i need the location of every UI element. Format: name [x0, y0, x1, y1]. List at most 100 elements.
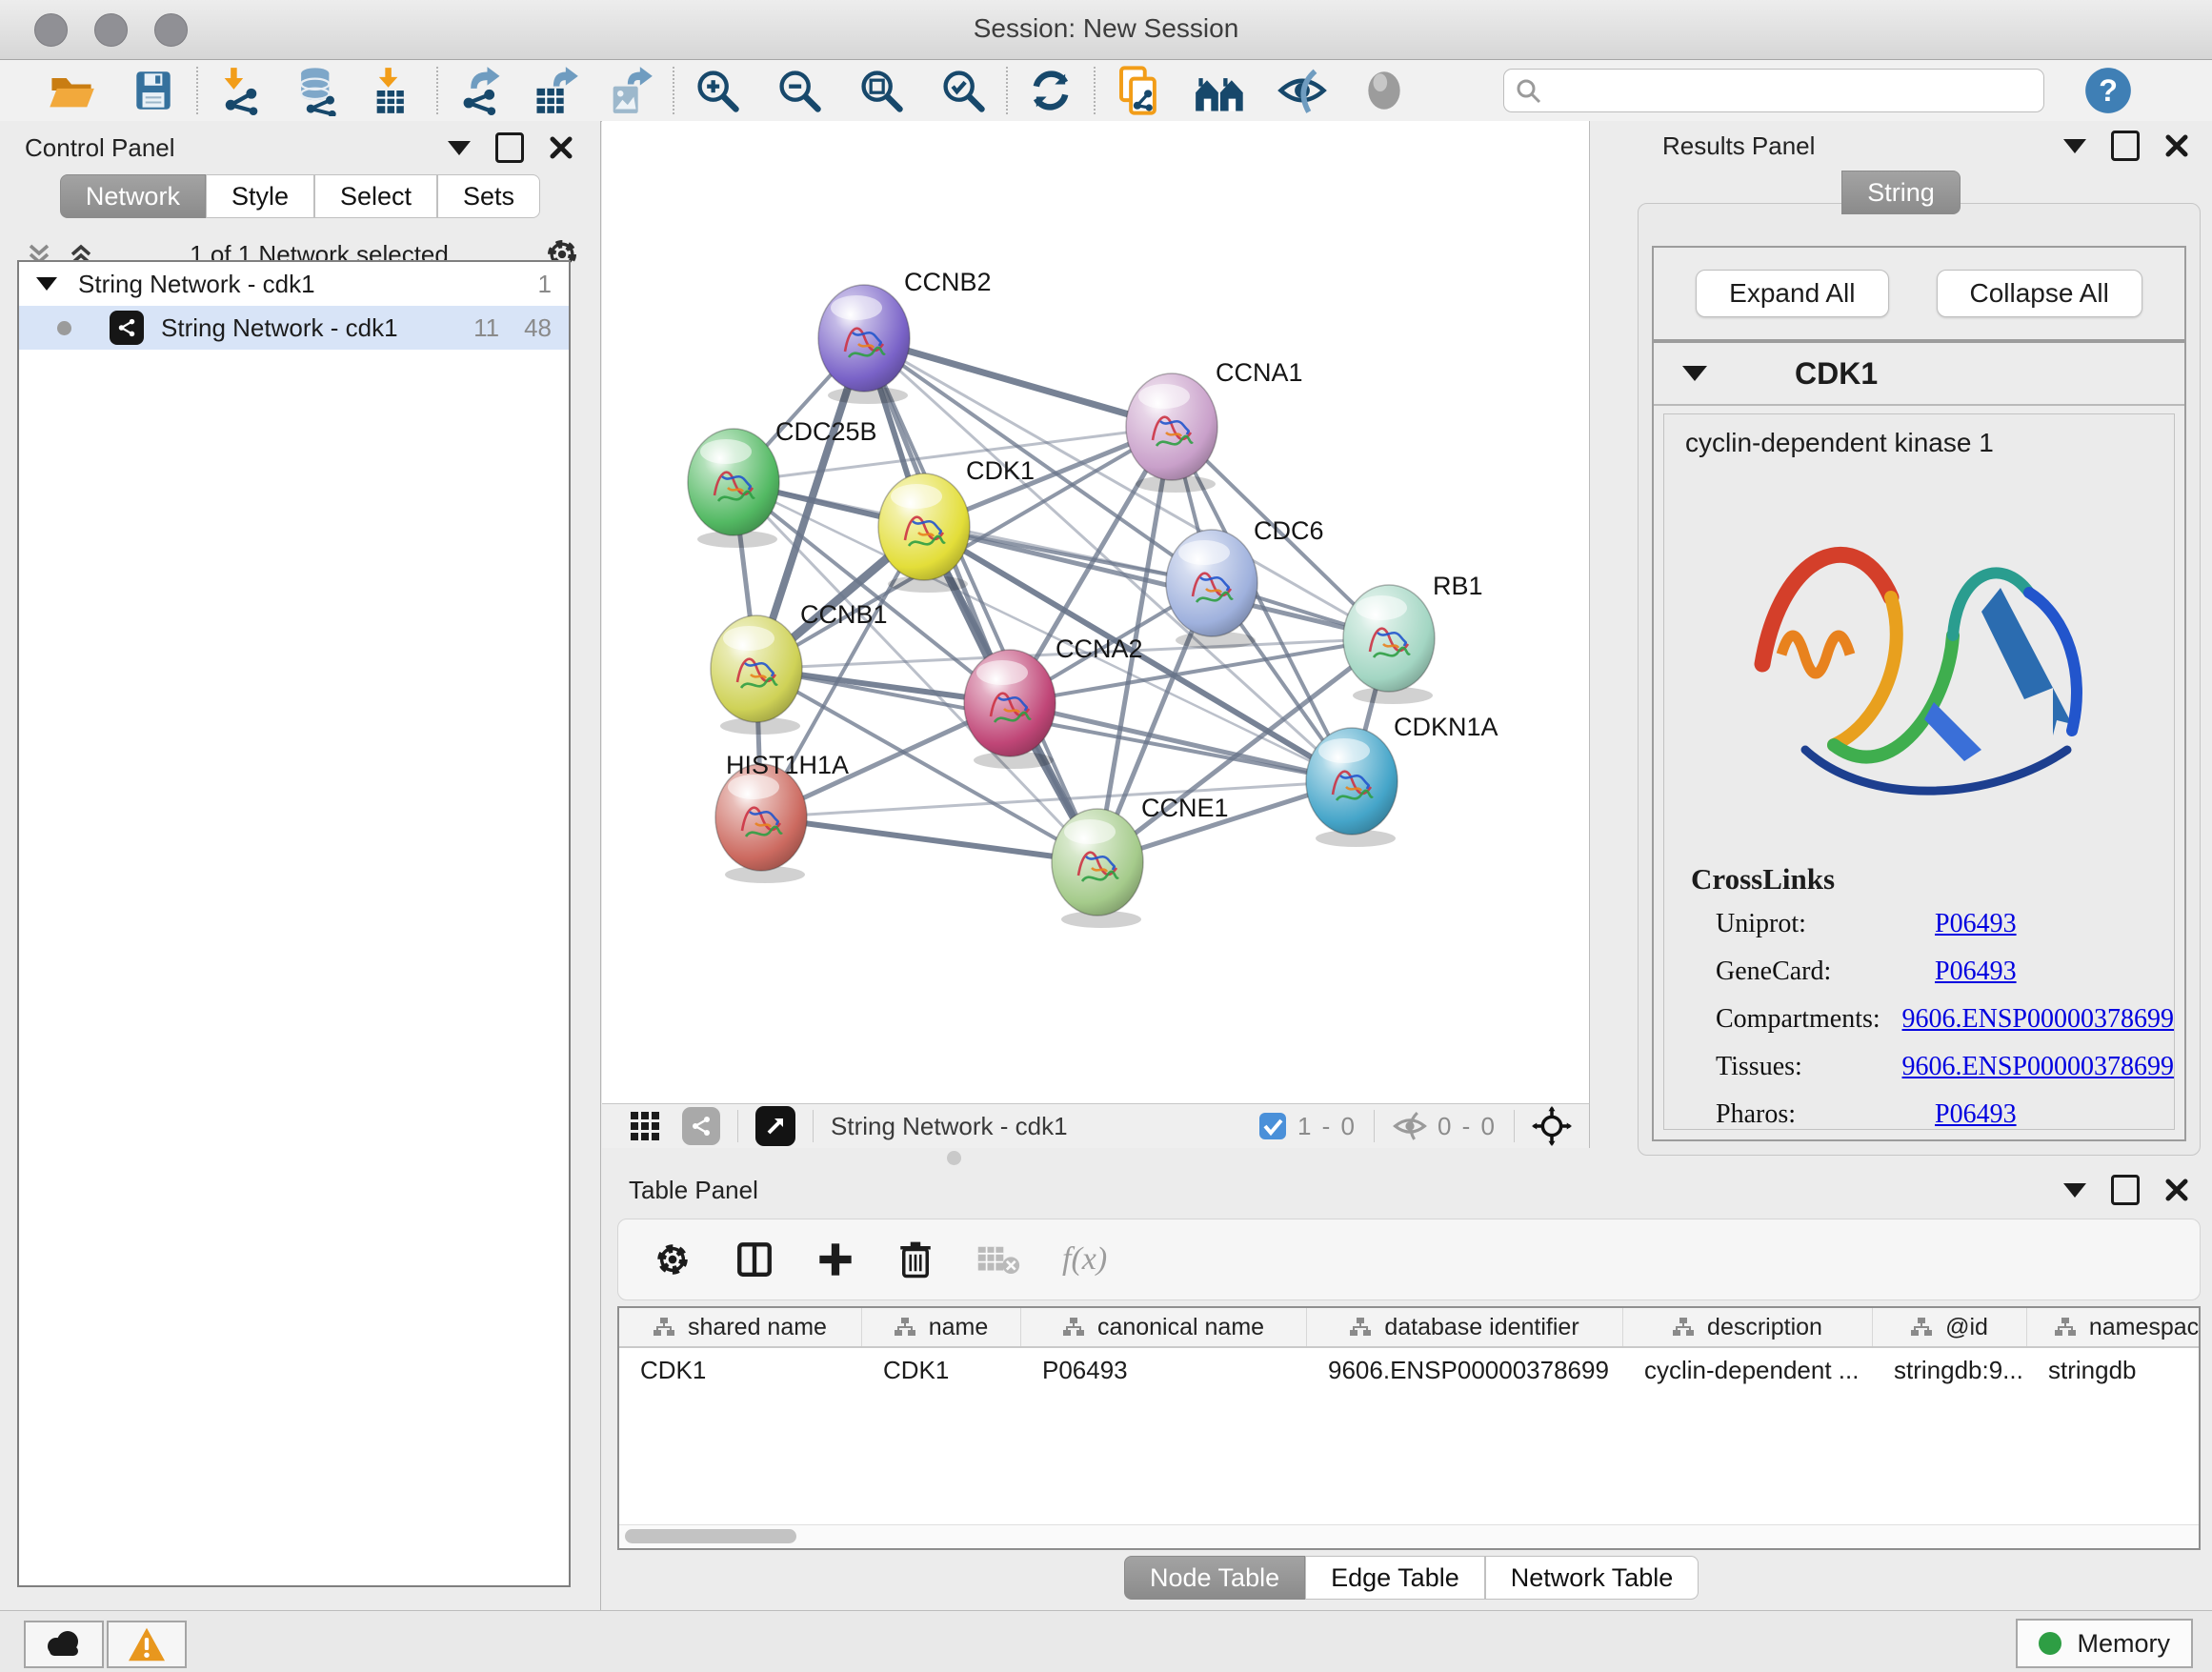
collection-expand-icon[interactable]: [36, 277, 57, 291]
network-node-CDC25B[interactable]: CDC25B: [688, 417, 877, 548]
table-panel-close-button[interactable]: [2164, 1178, 2189, 1202]
crosslink-label: Pharos:: [1716, 1099, 1935, 1130]
table-panel-float-button[interactable]: [2111, 1175, 2140, 1205]
splitter-handle[interactable]: [947, 1151, 961, 1165]
network-view-share-icon[interactable]: [682, 1107, 720, 1145]
sitemap-icon: [1911, 1317, 1932, 1338]
table-cell[interactable]: CDK1: [619, 1356, 862, 1385]
crosslink-link[interactable]: P06493: [1935, 957, 2017, 987]
show-columns-icon[interactable]: [734, 1239, 774, 1279]
hide-selected-button[interactable]: [1275, 63, 1330, 118]
network-row[interactable]: String Network - cdk1 11 48: [19, 306, 569, 350]
grid-view-icon[interactable]: [629, 1110, 661, 1142]
control-panel-menu-button[interactable]: [448, 141, 471, 155]
network-collection-row[interactable]: String Network - cdk1 1: [19, 262, 569, 306]
tab-node-table[interactable]: Node Table: [1124, 1556, 1305, 1600]
results-panel-float-button[interactable]: [2111, 131, 2140, 161]
zoom-fit-button[interactable]: [854, 63, 909, 118]
delete-column-trash-icon[interactable]: [896, 1239, 935, 1279]
network-node-RB1[interactable]: RB1: [1343, 572, 1483, 704]
zoom-out-button[interactable]: [772, 63, 827, 118]
clone-network-button[interactable]: [1111, 63, 1166, 118]
tab-network-table[interactable]: Network Table: [1485, 1556, 1699, 1600]
table-horizontal-scrollbar[interactable]: [619, 1524, 2199, 1548]
close-window-button[interactable]: [34, 13, 68, 47]
network-node-CCNE1[interactable]: CCNE1: [1052, 794, 1229, 928]
crosslink-link[interactable]: 9606.ENSP00000378699: [1902, 1052, 2174, 1082]
export-table-button[interactable]: [528, 63, 583, 118]
save-session-button[interactable]: [126, 63, 181, 118]
network-node-CCNB1[interactable]: CCNB1: [711, 600, 888, 735]
results-panel-close-button[interactable]: [2164, 133, 2189, 158]
results-panel-menu-button[interactable]: [2063, 139, 2086, 153]
gene-entry-collapse-icon[interactable]: [1682, 366, 1707, 381]
network-node-CCNA1[interactable]: CCNA1: [1126, 358, 1303, 493]
node-label-HIST1H1A: HIST1H1A: [726, 751, 849, 779]
column-header-database-identifier[interactable]: database identifier: [1307, 1308, 1623, 1346]
column-header-canonical-name[interactable]: canonical name: [1021, 1308, 1307, 1346]
column-header-shared-name[interactable]: shared name: [619, 1308, 862, 1346]
column-header-label: name: [929, 1314, 989, 1341]
import-network-database-button[interactable]: [290, 63, 345, 118]
export-network-button[interactable]: [453, 63, 509, 118]
table-cell[interactable]: P06493: [1021, 1356, 1307, 1385]
collapse-all-button[interactable]: Collapse All: [1937, 270, 2142, 317]
tab-edge-table[interactable]: Edge Table: [1305, 1556, 1485, 1600]
tab-style[interactable]: Style: [206, 174, 314, 218]
table-options-gear-icon[interactable]: [653, 1239, 693, 1279]
table-cell[interactable]: 9606.ENSP00000378699: [1307, 1356, 1623, 1385]
table-cell[interactable]: stringdb: [2027, 1356, 2212, 1385]
column-header-namespac[interactable]: namespac: [2027, 1308, 2212, 1346]
birds-eye-view-icon[interactable]: [1532, 1106, 1572, 1146]
detach-view-icon[interactable]: [755, 1106, 795, 1146]
node-label-CCNE1: CCNE1: [1141, 794, 1229, 822]
table-row[interactable]: CDK1CDK1P064939606.ENSP00000378699cyclin…: [619, 1348, 2199, 1392]
tab-select[interactable]: Select: [314, 174, 437, 218]
tab-string-results[interactable]: String: [1841, 171, 1961, 214]
node-label-CCNA2: CCNA2: [1056, 635, 1143, 663]
crosslink-link[interactable]: P06493: [1935, 909, 2017, 939]
sitemap-icon: [2055, 1317, 2076, 1338]
selected-node-edge-counts: 1 - 0: [1297, 1112, 1357, 1141]
zoom-selected-button[interactable]: [935, 63, 991, 118]
table-cell[interactable]: CDK1: [862, 1356, 1021, 1385]
warnings-button[interactable]: [107, 1621, 187, 1668]
crosslink-row: GeneCard:P06493: [1664, 948, 2174, 996]
help-button[interactable]: ?: [2081, 63, 2136, 118]
network-view-canvas[interactable]: CCNB2CCNA1CDC25BCDK1CDC6RB1CCNB1CCNA2CDK…: [602, 121, 1590, 1103]
network-graph[interactable]: CCNB2CCNA1CDC25BCDK1CDC6RB1CCNB1CCNA2CDK…: [602, 121, 1589, 1103]
apply-layout-button[interactable]: [1023, 63, 1078, 118]
selected-checkbox-icon[interactable]: [1257, 1111, 1288, 1141]
control-panel-float-button[interactable]: [495, 132, 524, 163]
eye-slash-icon: [1277, 65, 1328, 116]
expand-all-button[interactable]: Expand All: [1696, 270, 1888, 317]
search-input[interactable]: [1503, 69, 2044, 112]
minimize-window-button[interactable]: [94, 13, 128, 47]
network-node-CCNB2[interactable]: CCNB2: [818, 268, 992, 404]
import-network-file-button[interactable]: [213, 63, 269, 118]
table-panel-menu-button[interactable]: [2063, 1183, 2086, 1198]
column-header-name[interactable]: name: [862, 1308, 1021, 1346]
column-header--id[interactable]: @id: [1873, 1308, 2027, 1346]
zoom-window-button[interactable]: [154, 13, 188, 47]
scrollbar-thumb[interactable]: [625, 1529, 796, 1543]
memory-button[interactable]: Memory: [2016, 1619, 2193, 1668]
cloud-status-button[interactable]: [24, 1621, 104, 1668]
table-cell[interactable]: stringdb:9...: [1873, 1356, 2027, 1385]
network-node-CDKN1A[interactable]: CDKN1A: [1306, 713, 1498, 847]
export-image-button[interactable]: [602, 63, 657, 118]
show-all-button[interactable]: [1357, 63, 1412, 118]
first-neighbors-button[interactable]: [1193, 63, 1248, 118]
crosslink-link[interactable]: P06493: [1935, 1099, 2017, 1130]
tab-sets[interactable]: Sets: [437, 174, 540, 218]
tab-network[interactable]: Network: [60, 174, 206, 218]
network-node-HIST1H1A[interactable]: HIST1H1A: [715, 751, 849, 883]
open-session-button[interactable]: [44, 63, 99, 118]
table-cell[interactable]: cyclin-dependent ...: [1623, 1356, 1873, 1385]
import-table-file-button[interactable]: [366, 63, 421, 118]
create-column-plus-icon[interactable]: [816, 1240, 855, 1279]
column-header-description[interactable]: description: [1623, 1308, 1873, 1346]
control-panel-close-button[interactable]: [549, 135, 573, 160]
zoom-in-button[interactable]: [690, 63, 745, 118]
crosslink-link[interactable]: 9606.ENSP00000378699: [1902, 1004, 2174, 1035]
